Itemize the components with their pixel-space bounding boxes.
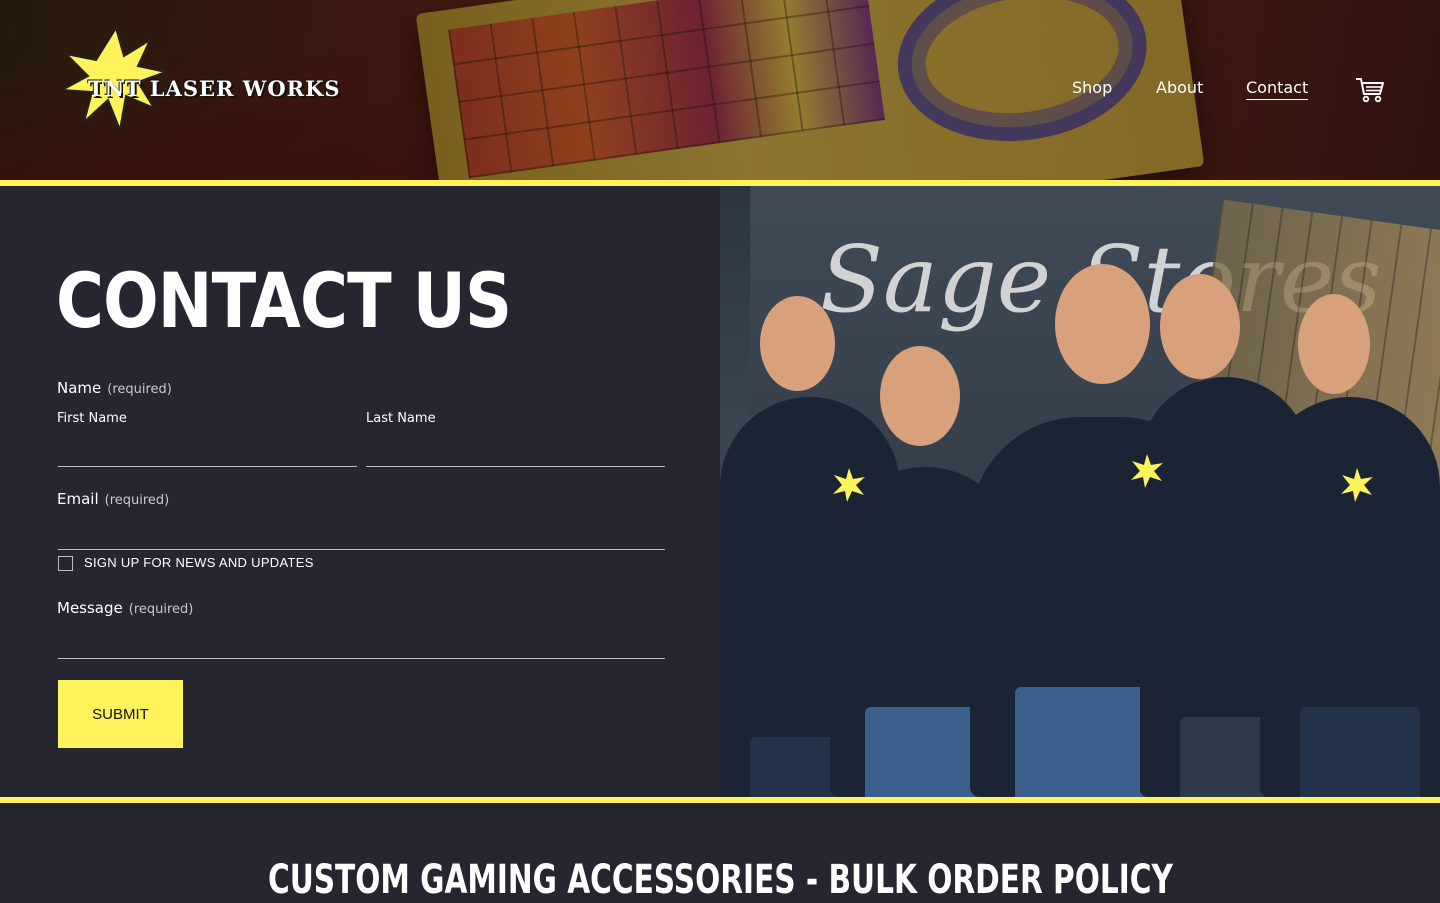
nav-contact[interactable]: Contact	[1246, 78, 1309, 100]
last-name-field[interactable]	[366, 439, 665, 467]
site-header: TNT LASER WORKS Shop About Contact	[0, 0, 1440, 180]
signup-label: SIGN UP FOR NEWS AND UPDATES	[84, 555, 314, 570]
cart-icon[interactable]	[1355, 76, 1385, 104]
logo-patch-icon	[1131, 454, 1163, 488]
nav-about[interactable]: About	[1156, 78, 1203, 97]
submit-button[interactable]: SUBMIT	[58, 680, 183, 748]
page-title: CONTACT US	[56, 256, 512, 345]
bulk-order-section: CUSTOM GAMING ACCESSORIES - BULK ORDER P…	[0, 803, 1440, 903]
email-field[interactable]	[58, 522, 665, 550]
nav-shop[interactable]: Shop	[1072, 78, 1112, 97]
person-5	[1260, 397, 1440, 797]
message-label: Message (required)	[57, 599, 194, 617]
site-logo[interactable]: TNT LASER WORKS	[58, 26, 340, 132]
first-name-field[interactable]	[58, 439, 357, 467]
first-name-label: First Name	[57, 411, 127, 426]
team-photo: Sage Stores	[720, 186, 1440, 797]
message-field[interactable]	[58, 631, 665, 659]
section-title: CUSTOM GAMING ACCESSORIES - BULK ORDER P…	[267, 857, 1173, 903]
logo-patch-icon	[1341, 468, 1373, 502]
name-label: Name (required)	[57, 379, 172, 397]
contact-section: CONTACT US Name (required) First Name Las…	[0, 186, 720, 797]
logo-text: TNT LASER WORKS	[88, 76, 341, 101]
email-label: Email (required)	[57, 490, 170, 508]
logo-patch-icon	[833, 468, 865, 502]
last-name-label: Last Name	[366, 411, 436, 426]
signup-checkbox[interactable]	[58, 556, 73, 571]
